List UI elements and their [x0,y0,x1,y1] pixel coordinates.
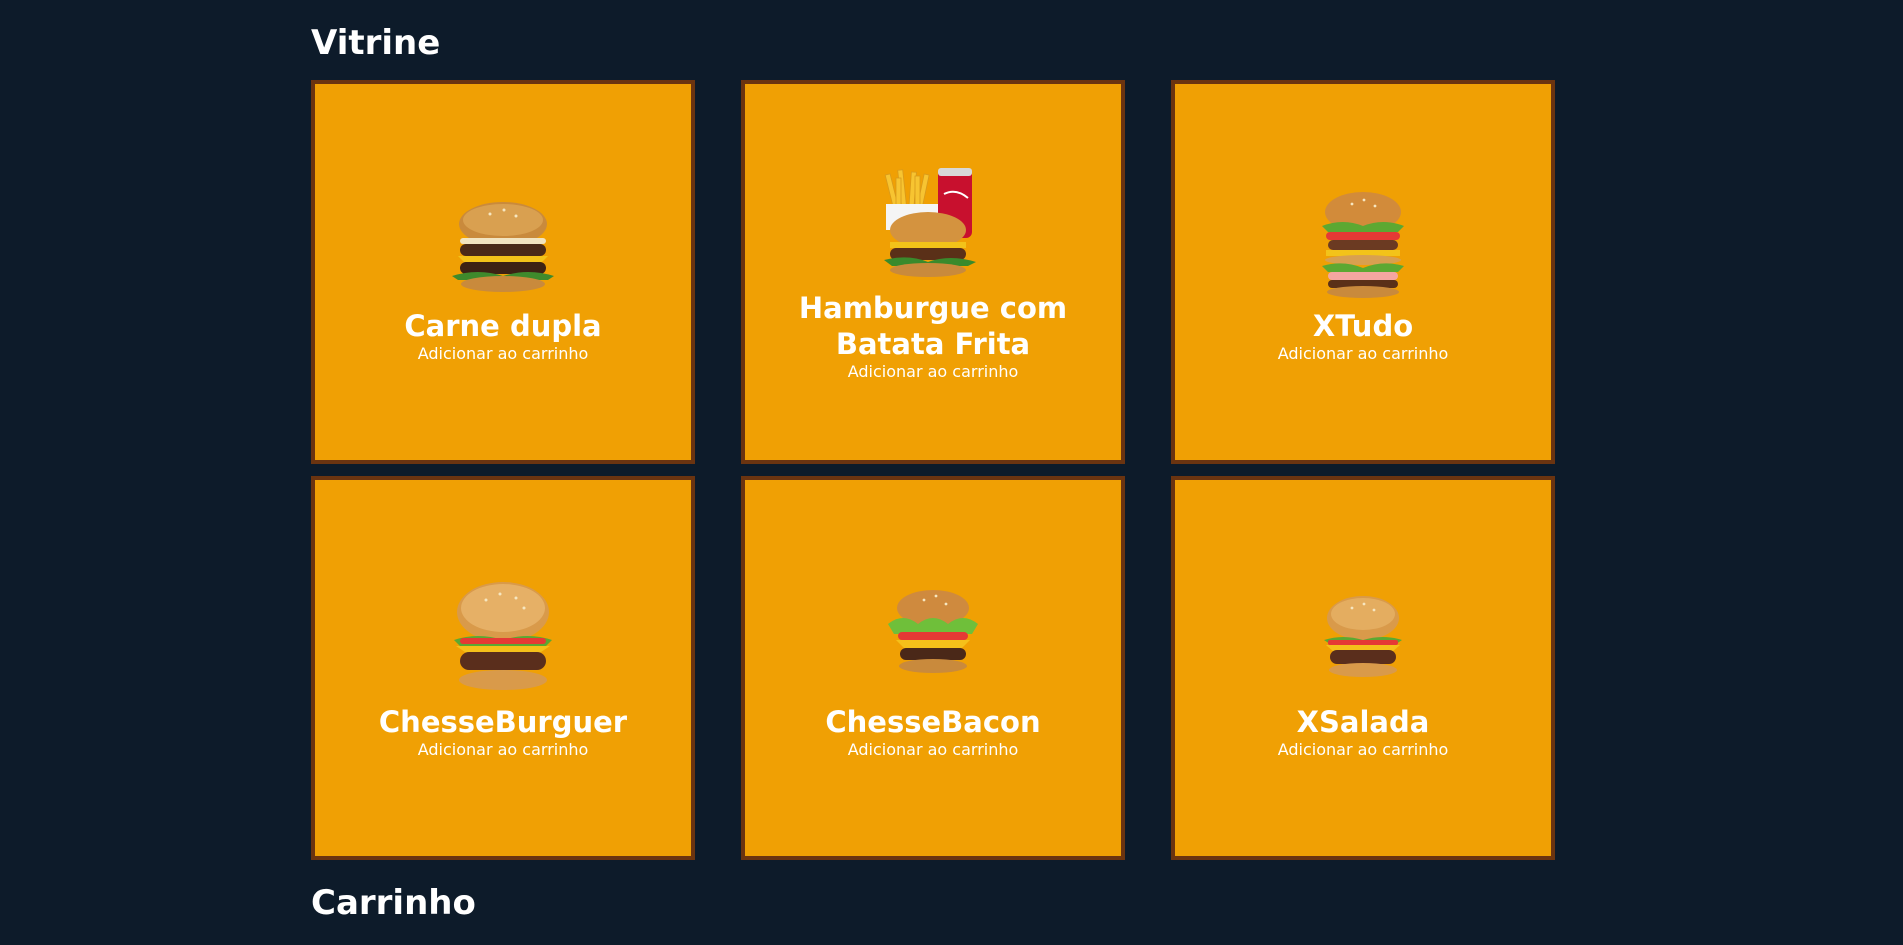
product-card: Hamburgue com Batata Frita Adicionar ao … [741,80,1125,464]
add-to-cart-button[interactable]: Adicionar ao carrinho [418,740,589,759]
product-name: XSalada [1296,704,1430,739]
cheese-bacon-burger-image [888,589,978,673]
product-name: XTudo [1312,308,1414,343]
product-grid: Carne dupla Adicionar ao carrinho Hambur… [311,80,1556,860]
product-name: ChesseBurguer [378,704,628,739]
burger-fries-soda-image [884,167,976,277]
add-to-cart-button[interactable]: Adicionar ao carrinho [1278,344,1449,363]
product-card: XTudo Adicionar ao carrinho [1171,80,1555,464]
add-to-cart-button[interactable]: Adicionar ao carrinho [1278,740,1449,759]
product-card: XSalada Adicionar ao carrinho [1171,476,1555,860]
product-card: ChesseBurguer Adicionar ao carrinho [311,476,695,860]
product-name: Carne dupla [404,308,602,343]
add-to-cart-button[interactable]: Adicionar ao carrinho [418,344,589,363]
product-name: Hamburgue com Batata Frita [798,290,1068,361]
xtudo-burger-image [1322,191,1404,298]
product-card: ChesseBacon Adicionar ao carrinho [741,476,1125,860]
vitrine-title: Vitrine [311,23,441,63]
page: Vitrine Carne dupla Adicionar ao carrinh… [0,0,1903,945]
cart-title: Carrinho [311,883,476,923]
double-burger-image [452,201,554,292]
xsalada-burger-image [1324,595,1402,677]
product-name: ChesseBacon [825,704,1041,739]
add-to-cart-button[interactable]: Adicionar ao carrinho [848,740,1019,759]
cheeseburger-image [454,581,552,690]
add-to-cart-button[interactable]: Adicionar ao carrinho [848,362,1019,381]
product-card: Carne dupla Adicionar ao carrinho [311,80,695,464]
